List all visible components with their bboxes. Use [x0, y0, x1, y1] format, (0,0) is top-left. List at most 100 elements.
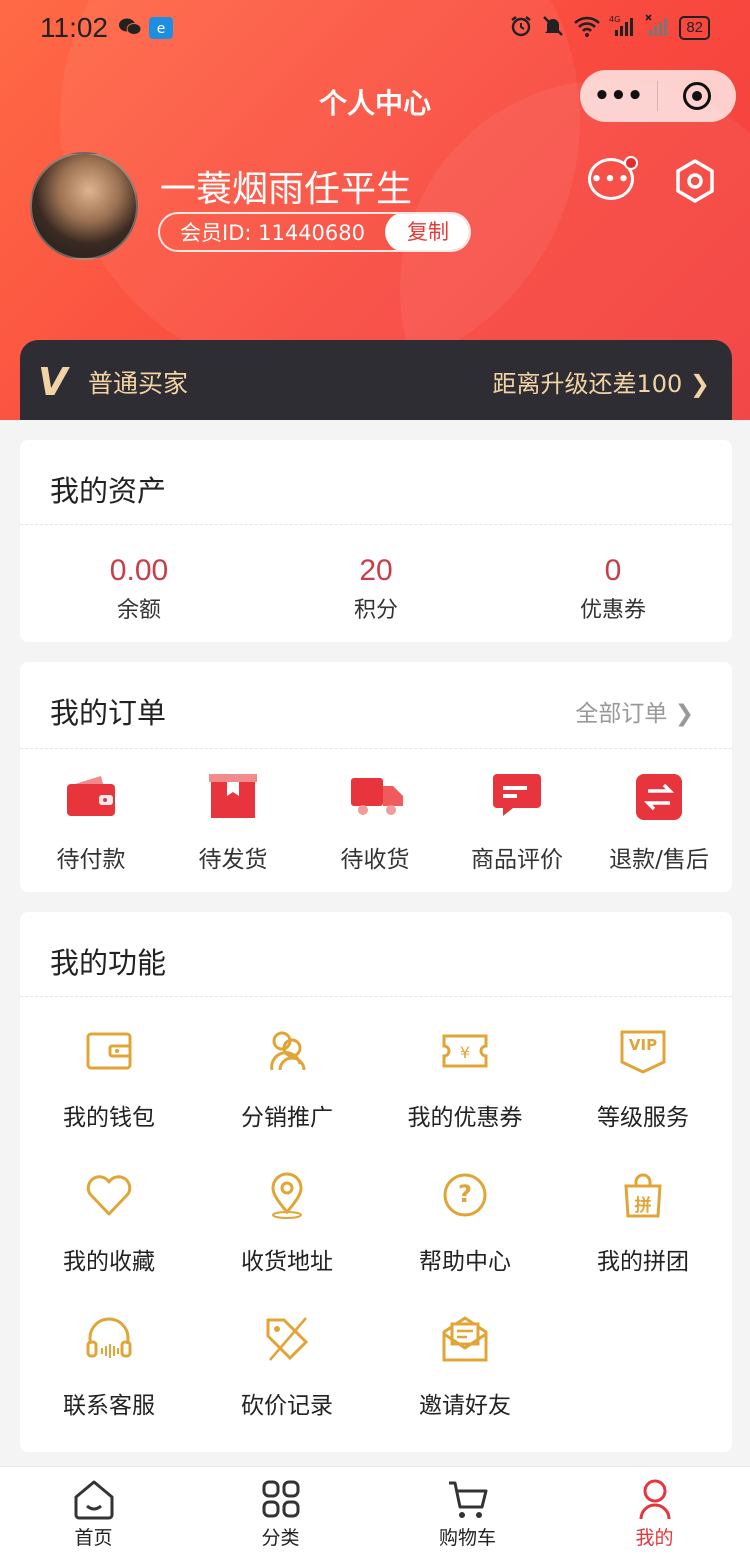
- svg-text:4G: 4G: [609, 15, 620, 24]
- app-notification-icon: e: [148, 16, 173, 39]
- function-help[interactable]: ? 帮助中心: [376, 1170, 554, 1276]
- function-label: 收货地址: [241, 1249, 333, 1275]
- function-label: 砍价记录: [241, 1393, 333, 1419]
- battery-indicator: 82: [679, 16, 710, 40]
- refund-icon: [635, 774, 683, 820]
- function-distribution[interactable]: 分销推广: [198, 1026, 376, 1132]
- divider: [20, 996, 732, 997]
- function-label: 等级服务: [597, 1105, 689, 1131]
- asset-points[interactable]: 20 积分: [257, 554, 495, 624]
- invite-icon: [440, 1314, 490, 1364]
- tab-cart[interactable]: 购物车: [374, 1477, 561, 1550]
- avatar[interactable]: [30, 152, 138, 260]
- all-orders-link[interactable]: 全部订单 ❯: [575, 694, 694, 728]
- box-icon: [209, 774, 257, 818]
- points-label: 积分: [353, 598, 398, 623]
- functions-title: 我的功能: [50, 946, 167, 980]
- copy-button[interactable]: 复制: [385, 214, 470, 250]
- profile-header: 11:02 e 4G 82 个人中心 ••• 一蓑烟雨任平生 会员ID: 114…: [0, 0, 750, 420]
- function-coupons[interactable]: ¥ 我的优惠券: [376, 1026, 554, 1132]
- settings-button[interactable]: [672, 158, 718, 204]
- tab-mine[interactable]: 我的: [561, 1477, 748, 1550]
- order-label: 退款/售后: [609, 847, 709, 873]
- function-invite-friends[interactable]: 邀请好友: [376, 1314, 554, 1420]
- function-address[interactable]: 收货地址: [198, 1170, 376, 1276]
- vip-upgrade-progress: 距离升级还差100 ❯: [492, 370, 710, 398]
- function-label: 分销推广: [241, 1105, 333, 1131]
- group-buy-icon: 拼: [618, 1170, 668, 1220]
- vip-level-bar[interactable]: V 普通买家 距离升级还差100 ❯: [20, 340, 732, 420]
- vip-icon-text: VIP: [628, 1036, 658, 1054]
- order-review[interactable]: 商品评价: [446, 774, 588, 874]
- function-favorites[interactable]: 我的收藏: [20, 1170, 198, 1276]
- svg-text:¥: ¥: [460, 1043, 470, 1062]
- order-refund[interactable]: 退款/售后: [588, 774, 730, 874]
- group-buy-icon-text: 拼: [634, 1196, 652, 1216]
- wallet-icon: [67, 774, 115, 818]
- functions-card: 我的功能 我的钱包 分销推广 ¥ 我的优惠券 VIP 等级服务 我的收藏 收货地…: [20, 912, 732, 1452]
- help-icon: ?: [440, 1170, 490, 1220]
- tab-label: 分类: [261, 1527, 300, 1549]
- bottom-tab-bar: 首页 分类 购物车 我的: [0, 1466, 750, 1558]
- heart-icon: [84, 1170, 134, 1220]
- asset-coupons[interactable]: 0 优惠券: [494, 554, 732, 624]
- home-icon: [72, 1477, 116, 1521]
- function-bargain-records[interactable]: 砍价记录: [198, 1314, 376, 1420]
- divider: [20, 524, 732, 525]
- svg-text:e: e: [157, 21, 166, 37]
- more-button[interactable]: •••: [580, 70, 657, 122]
- orders-title: 我的订单: [50, 696, 167, 730]
- close-mini-program-button[interactable]: [658, 70, 735, 122]
- function-label: 我的钱包: [63, 1105, 155, 1131]
- settings-icon: [676, 159, 714, 203]
- function-label: 邀请好友: [419, 1393, 511, 1419]
- function-group-buy[interactable]: 拼 我的拼团: [554, 1170, 732, 1276]
- assets-title: 我的资产: [50, 474, 167, 508]
- function-label: 帮助中心: [419, 1249, 511, 1275]
- balance-value: 0.00: [109, 554, 169, 587]
- function-label: 我的优惠券: [407, 1105, 523, 1131]
- wechat-icon: [118, 16, 142, 38]
- function-label: 我的拼团: [597, 1249, 689, 1275]
- unread-dot: [624, 156, 638, 170]
- asset-balance[interactable]: 0.00 余额: [20, 554, 258, 624]
- order-label: 待收货: [340, 847, 410, 873]
- function-customer-service[interactable]: 联系客服: [20, 1314, 198, 1420]
- function-level-service[interactable]: VIP 等级服务: [554, 1026, 732, 1132]
- message-button[interactable]: •••: [588, 156, 638, 204]
- mute-icon: [541, 14, 565, 42]
- more-icon: •••: [593, 81, 644, 111]
- alarm-icon: [509, 14, 533, 42]
- member-id-pill: 会员ID: 11440680 复制: [158, 212, 472, 252]
- users-icon: [262, 1026, 312, 1076]
- tab-category[interactable]: 分类: [187, 1477, 374, 1550]
- category-icon: [259, 1477, 303, 1521]
- wifi-icon: [573, 14, 601, 42]
- member-id: 会员ID: 11440680: [180, 221, 366, 245]
- truck-icon: [351, 774, 403, 818]
- tab-label: 购物车: [438, 1527, 496, 1549]
- function-label: 我的收藏: [63, 1249, 155, 1275]
- ticket-icon: ¥: [440, 1026, 490, 1076]
- vip-level-label: 普通买家: [88, 369, 189, 398]
- headset-icon: [84, 1314, 134, 1364]
- points-value: 20: [359, 554, 393, 587]
- cart-icon: [446, 1477, 490, 1521]
- balance-label: 余额: [116, 598, 161, 623]
- user-icon: [633, 1477, 677, 1521]
- order-to-ship[interactable]: 待发货: [162, 774, 304, 874]
- order-to-receive[interactable]: 待收货: [304, 774, 446, 874]
- assets-card: 我的资产 0.00 余额 20 积分 0 优惠券: [20, 440, 732, 642]
- mini-program-capsule: •••: [580, 70, 736, 122]
- message-icon-dots: •••: [590, 168, 632, 190]
- order-label: 待付款: [56, 847, 126, 873]
- function-wallet[interactable]: 我的钱包: [20, 1026, 198, 1132]
- vip-badge-icon: V: [38, 360, 68, 404]
- signal-icon-secondary: [645, 14, 671, 42]
- username: 一蓑烟雨任平生: [160, 169, 413, 210]
- orders-card: 我的订单 全部订单 ❯ 待付款 待发货 待收货 商品评价 退款/售后: [20, 662, 732, 892]
- tab-home[interactable]: 首页: [0, 1477, 187, 1550]
- order-pending-payment[interactable]: 待付款: [20, 774, 162, 874]
- tab-label: 我的: [635, 1527, 674, 1549]
- help-icon-text: ?: [458, 1180, 472, 1208]
